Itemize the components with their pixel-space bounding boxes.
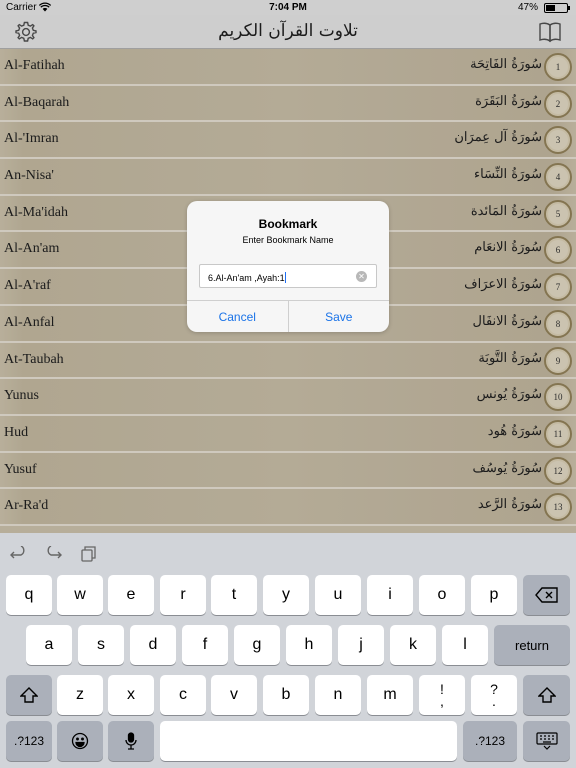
key-p[interactable]: p	[471, 575, 517, 615]
emoji-key[interactable]	[57, 721, 103, 761]
key-a[interactable]: a	[26, 625, 72, 665]
key-u[interactable]: u	[315, 575, 361, 615]
redo-icon[interactable]	[44, 545, 62, 562]
key-w[interactable]: w	[57, 575, 103, 615]
key-t[interactable]: t	[211, 575, 257, 615]
keyboard-hide-icon	[535, 732, 558, 750]
text-caret	[284, 272, 286, 283]
input-value: 6.Al-An'am ,Ayah:1	[208, 273, 285, 283]
key-r[interactable]: r	[160, 575, 206, 615]
key-s[interactable]: s	[78, 625, 124, 665]
key-i[interactable]: i	[367, 575, 413, 615]
key-b[interactable]: b	[263, 675, 309, 715]
backspace-icon	[534, 587, 558, 603]
shift-icon	[20, 687, 38, 703]
save-button[interactable]: Save	[287, 301, 390, 332]
keyboard-shortcut-bar	[0, 533, 576, 573]
key-d[interactable]: d	[130, 625, 176, 665]
key-m[interactable]: m	[367, 675, 413, 715]
dialog-title: Bookmark	[258, 217, 318, 231]
emoji-icon	[71, 732, 89, 750]
key-q[interactable]: q	[6, 575, 52, 615]
key-l[interactable]: l	[442, 625, 488, 665]
key-question-period[interactable]: ?.	[471, 675, 517, 715]
bookmark-name-input[interactable]: 6.Al-An'am ,Ayah:1 ✕	[199, 264, 377, 288]
key-k[interactable]: k	[390, 625, 436, 665]
key-c[interactable]: c	[160, 675, 206, 715]
cancel-button[interactable]: Cancel	[187, 301, 288, 332]
key-y[interactable]: y	[263, 575, 309, 615]
bookmark-dialog: Bookmark Enter Bookmark Name 6.Al-An'am …	[187, 201, 389, 332]
key-z[interactable]: z	[57, 675, 103, 715]
delete-key[interactable]	[523, 575, 570, 615]
undo-icon[interactable]	[10, 545, 28, 562]
key-exclamation-comma[interactable]: !,	[419, 675, 465, 715]
dialog-buttons: Cancel Save	[187, 300, 389, 332]
shift-key-right[interactable]	[523, 675, 570, 715]
key-n[interactable]: n	[315, 675, 361, 715]
key-e[interactable]: e	[108, 575, 154, 615]
hide-keyboard-key[interactable]	[523, 721, 570, 761]
dialog-message: Enter Bookmark Name	[242, 235, 334, 245]
key-j[interactable]: j	[338, 625, 384, 665]
shift-key-left[interactable]	[6, 675, 52, 715]
shift-icon	[537, 687, 556, 703]
key-h[interactable]: h	[286, 625, 332, 665]
keyboard: q w e r t y u i o p a s d f g h j k l re…	[0, 533, 576, 768]
space-bar[interactable]	[160, 721, 457, 761]
numbers-key-left[interactable]: .?123	[6, 721, 52, 761]
numbers-key-right[interactable]: .?123	[463, 721, 517, 761]
key-o[interactable]: o	[419, 575, 465, 615]
key-main-char: ,	[440, 693, 444, 709]
paste-icon[interactable]	[80, 546, 98, 562]
clear-icon[interactable]: ✕	[356, 271, 367, 282]
key-f[interactable]: f	[182, 625, 228, 665]
key-main-char: .	[492, 693, 496, 709]
key-g[interactable]: g	[234, 625, 280, 665]
key-v[interactable]: v	[211, 675, 257, 715]
dictation-key[interactable]	[108, 721, 154, 761]
return-key[interactable]: return	[494, 625, 570, 665]
microphone-icon	[125, 732, 137, 750]
key-x[interactable]: x	[108, 675, 154, 715]
